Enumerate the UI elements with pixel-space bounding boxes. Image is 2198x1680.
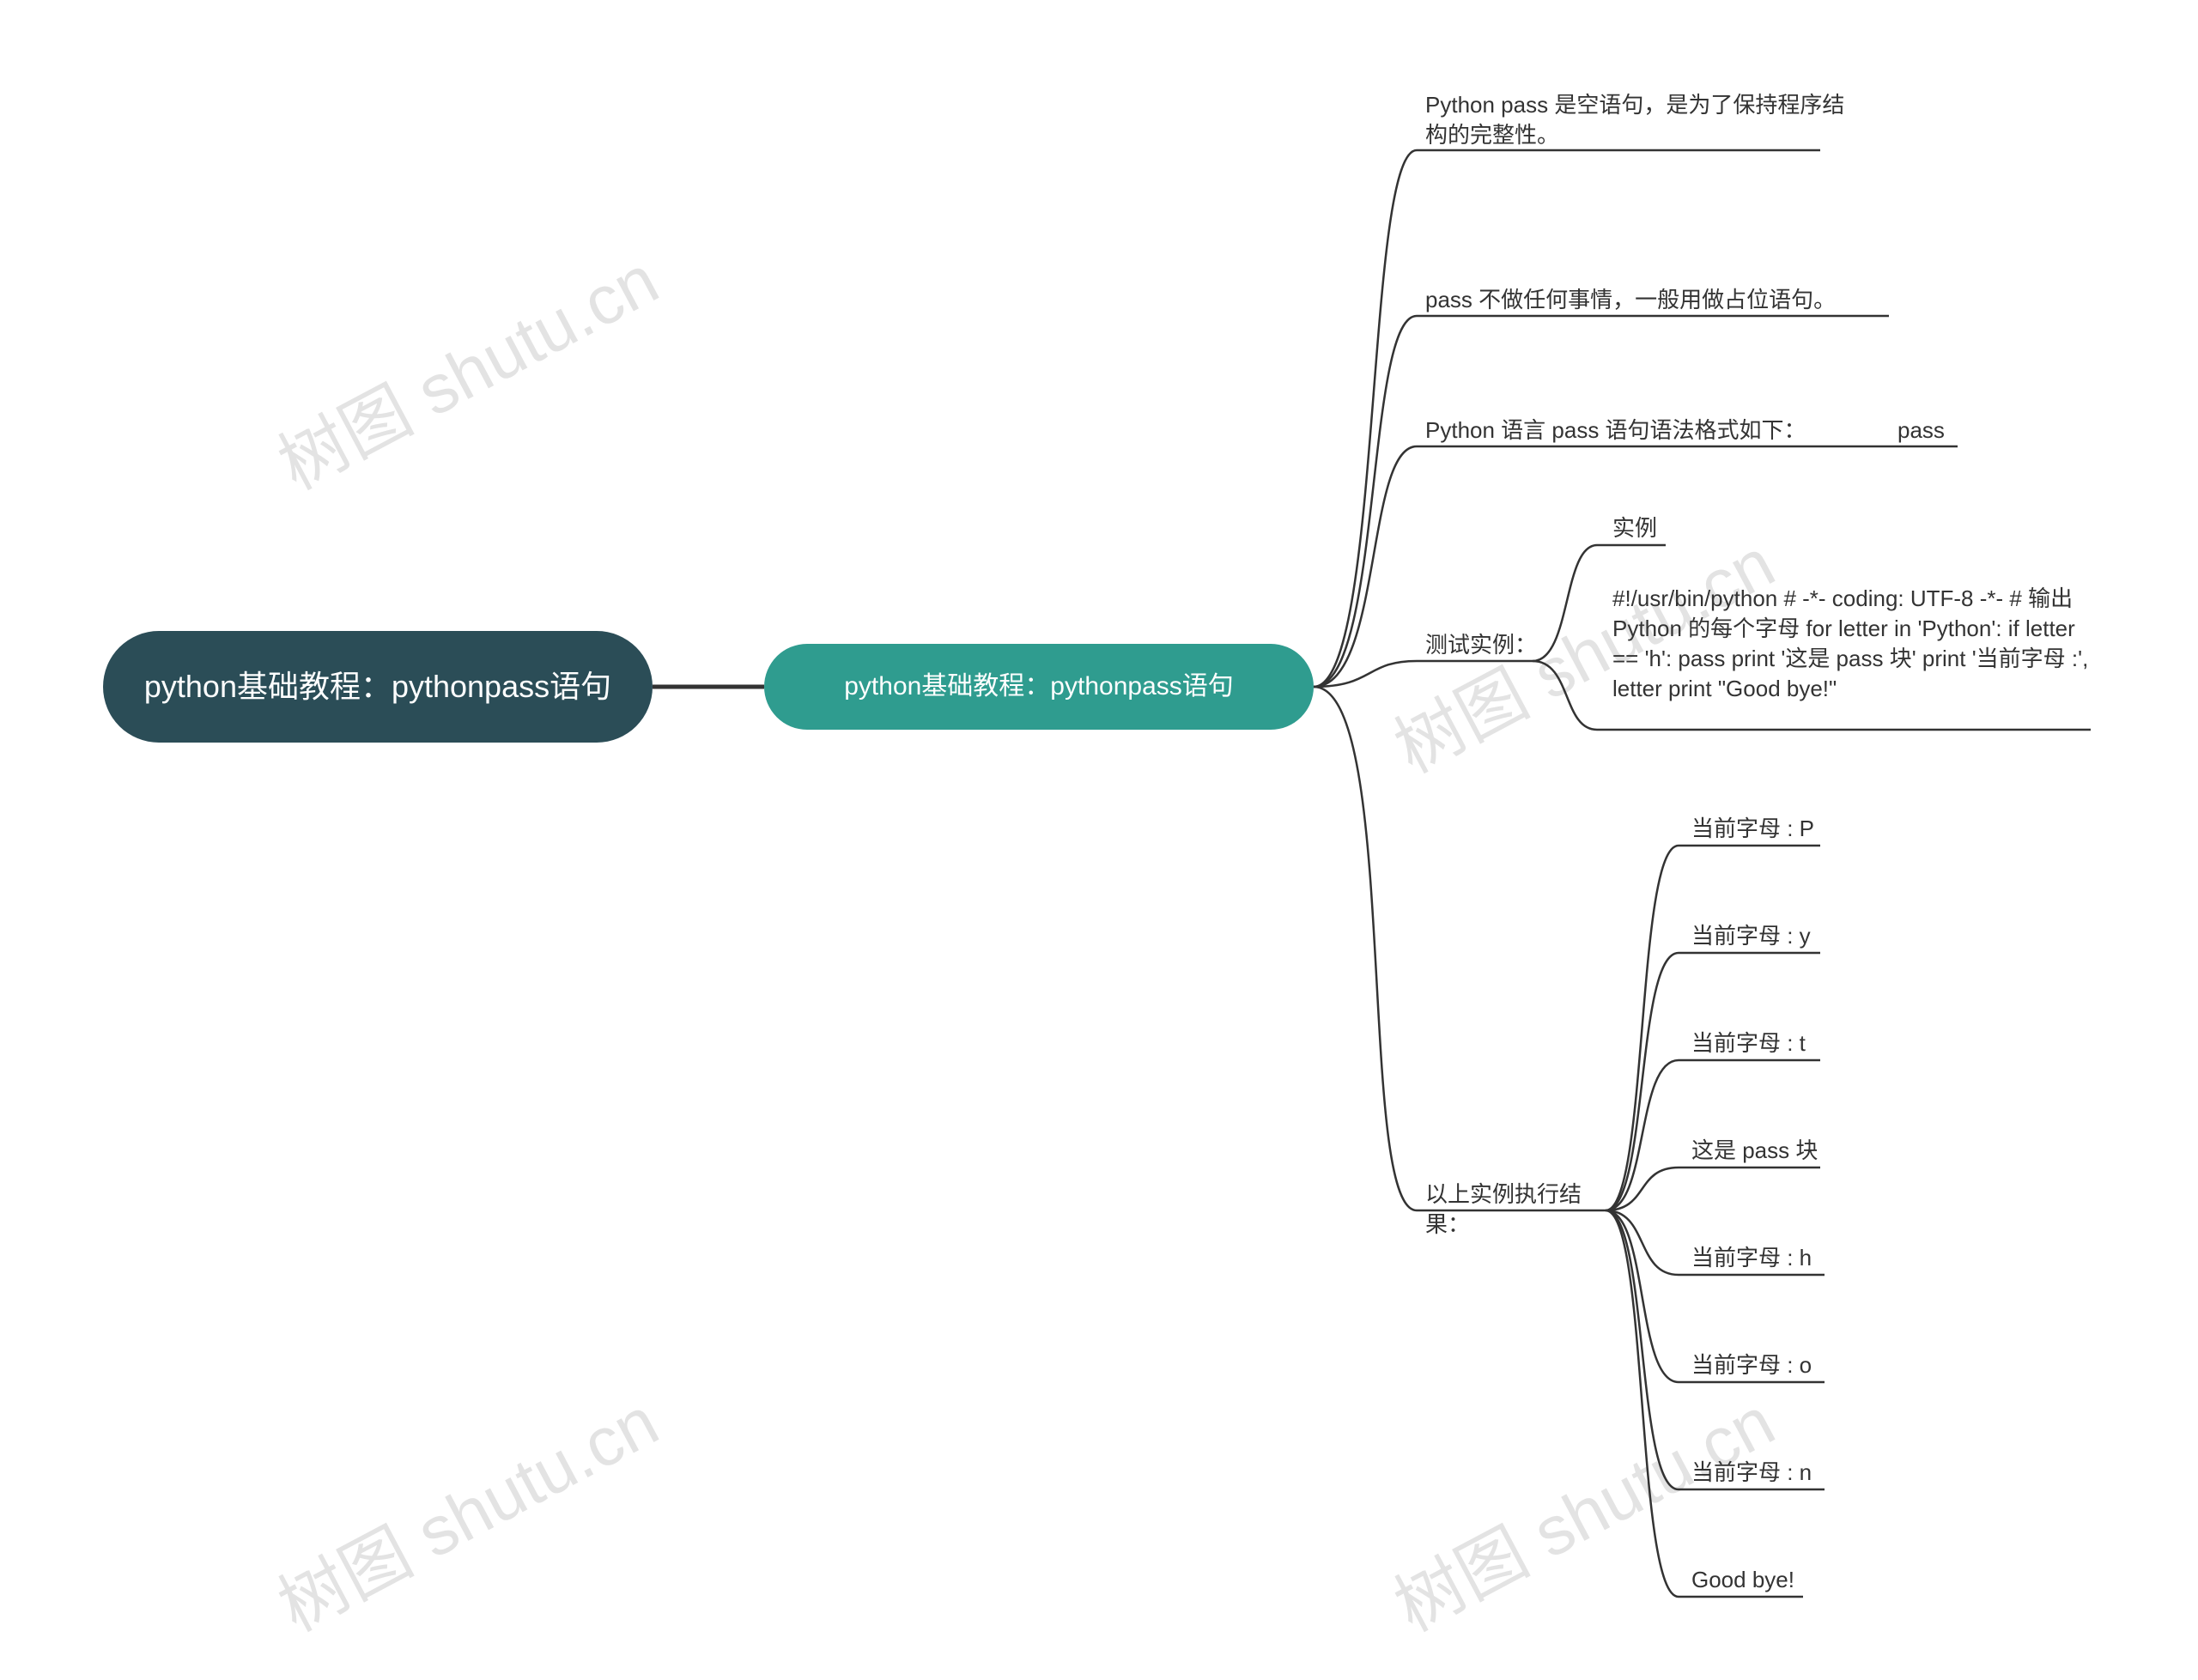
mindmap-level1-node[interactable]: python基础教程：pythonpass语句 <box>764 644 1314 730</box>
leaf-text: Good bye! <box>1691 1567 1794 1592</box>
leaf-text: 以上实例执行结果： <box>1425 1181 1582 1237</box>
mindmap-leaf-result-1[interactable]: 当前字母 : P <box>1691 814 1863 844</box>
mindmap-leaf-result-2[interactable]: 当前字母 : y <box>1691 921 1863 951</box>
leaf-text: 当前字母 : t <box>1691 1030 1806 1056</box>
mindmap-leaf-result-label[interactable]: 以上实例执行结果： <box>1425 1180 1614 1240</box>
watermark: 树图 shutu.cn <box>258 226 672 509</box>
leaf-text: 实例 <box>1612 515 1657 541</box>
root-title: python基础教程：pythonpass语句 <box>144 666 611 708</box>
level1-title: python基础教程：pythonpass语句 <box>844 670 1234 705</box>
mindmap-leaf-example-label[interactable]: 实例 <box>1612 513 1690 543</box>
leaf-text: 当前字母 : o <box>1691 1352 1812 1378</box>
mindmap-leaf-result-3[interactable]: 当前字母 : t <box>1691 1028 1863 1058</box>
mindmap-leaf-test-example[interactable]: 测试实例： <box>1425 630 1545 660</box>
leaf-text: Python 语言 pass 语句语法格式如下： <box>1425 417 1806 443</box>
mindmap-leaf-result-7[interactable]: 当前字母 : n <box>1691 1458 1863 1488</box>
mindmap-leaf-pass-empty[interactable]: Python pass 是空语句，是为了保持程序结构的完整性。 <box>1425 90 1846 150</box>
watermark: 树图 shutu.cn <box>258 1368 672 1651</box>
leaf-text: 当前字母 : n <box>1691 1459 1812 1485</box>
mindmap-leaf-result-5[interactable]: 当前字母 : h <box>1691 1243 1863 1273</box>
mindmap-leaf-result-6[interactable]: 当前字母 : o <box>1691 1350 1863 1380</box>
mindmap-leaf-pass-placeholder[interactable]: pass 不做任何事情，一般用做占位语句。 <box>1425 285 1906 315</box>
mindmap-leaf-example-code[interactable]: #!/usr/bin/python # -*- coding: UTF-8 -*… <box>1612 584 2093 704</box>
leaf-text: 当前字母 : y <box>1691 923 1811 949</box>
mindmap-connectors <box>0 0 2198 1680</box>
leaf-text: #!/usr/bin/python # -*- coding: UTF-8 -*… <box>1612 585 2088 701</box>
leaf-text: pass <box>1897 417 1945 443</box>
watermark: 树图 shutu.cn <box>1375 1368 1788 1651</box>
leaf-text: 当前字母 : P <box>1691 816 1814 841</box>
leaf-text: pass 不做任何事情，一般用做占位语句。 <box>1425 287 1836 312</box>
mindmap-leaf-result-4[interactable]: 这是 pass 块 <box>1691 1136 1863 1166</box>
mindmap-leaf-pass-keyword[interactable]: pass <box>1897 415 1983 446</box>
leaf-text: 当前字母 : h <box>1691 1245 1812 1271</box>
mindmap-leaf-pass-syntax[interactable]: Python 语言 pass 语句语法格式如下： <box>1425 415 1829 446</box>
leaf-text: 测试实例： <box>1425 632 1537 658</box>
mindmap-leaf-result-8[interactable]: Good bye! <box>1691 1565 1863 1595</box>
leaf-text: Python pass 是空语句，是为了保持程序结构的完整性。 <box>1425 92 1844 148</box>
leaf-text: 这是 pass 块 <box>1691 1137 1818 1163</box>
mindmap-root-node[interactable]: python基础教程：pythonpass语句 <box>103 631 653 743</box>
